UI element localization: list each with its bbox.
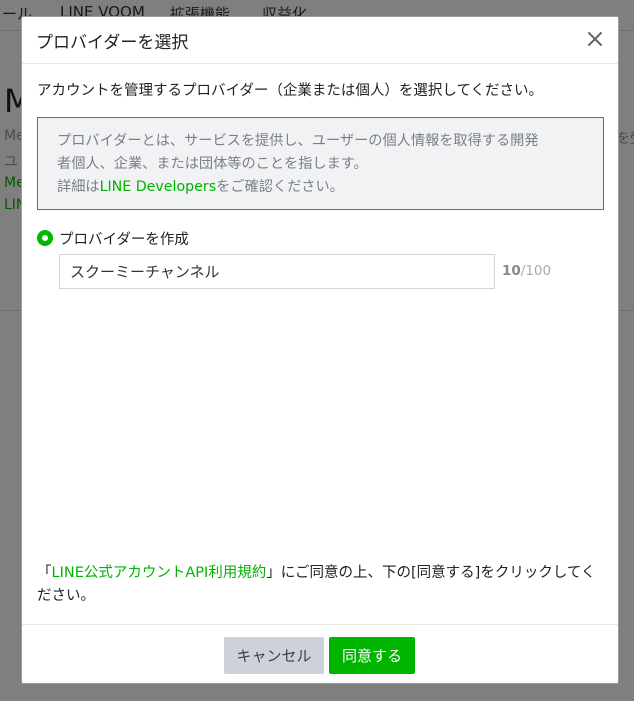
dialog-footer: キャンセル 同意する [22,624,618,684]
dialog-description: アカウントを管理するプロバイダー（企業または個人）を選択してください。 [37,83,544,99]
cancel-button[interactable]: キャンセル [224,637,324,674]
dialog-header: プロバイダーを選択 [22,17,618,64]
dialog-title: プロバイダーを選択 [36,33,189,53]
create-provider-option[interactable]: プロバイダーを作成 [37,228,189,248]
info-text-suffix: をご確認ください。 [216,179,344,195]
info-text-prefix: 詳細は [57,179,100,195]
terms-agreement-text: 「LINE公式アカウントAPI利用規約」にご同意の上、下の[同意する]をクリック… [37,562,607,608]
provider-info-box: プロバイダーとは、サービスを提供し、ユーザーの個人情報を取得する開発 者個人、企… [37,117,604,210]
create-provider-label: プロバイダーを作成 [59,231,189,248]
create-provider-radio[interactable] [37,230,53,246]
info-text-line-3: 詳細はLINE Developersをご確認ください。 [57,176,585,199]
agree-button[interactable]: 同意する [329,637,415,674]
line-developers-link[interactable]: LINE Developers [100,179,217,195]
character-counter: 10/100 [502,263,551,279]
close-button[interactable] [584,28,606,50]
counter-current: 10 [502,263,521,279]
terms-open-quote: 「 [37,565,52,581]
select-provider-dialog: プロバイダーを選択 アカウントを管理するプロバイダー（企業または個人）を選択して… [21,16,619,684]
close-icon [588,32,602,46]
provider-name-input[interactable] [59,254,495,289]
info-text-line-1: プロバイダーとは、サービスを提供し、ユーザーの個人情報を取得する開発 [57,133,539,149]
api-terms-link[interactable]: LINE公式アカウントAPI利用規約 [52,565,267,581]
counter-max: /100 [520,263,552,279]
info-text-line-2: 者個人、企業、または団体等のことを指します。 [57,156,368,172]
